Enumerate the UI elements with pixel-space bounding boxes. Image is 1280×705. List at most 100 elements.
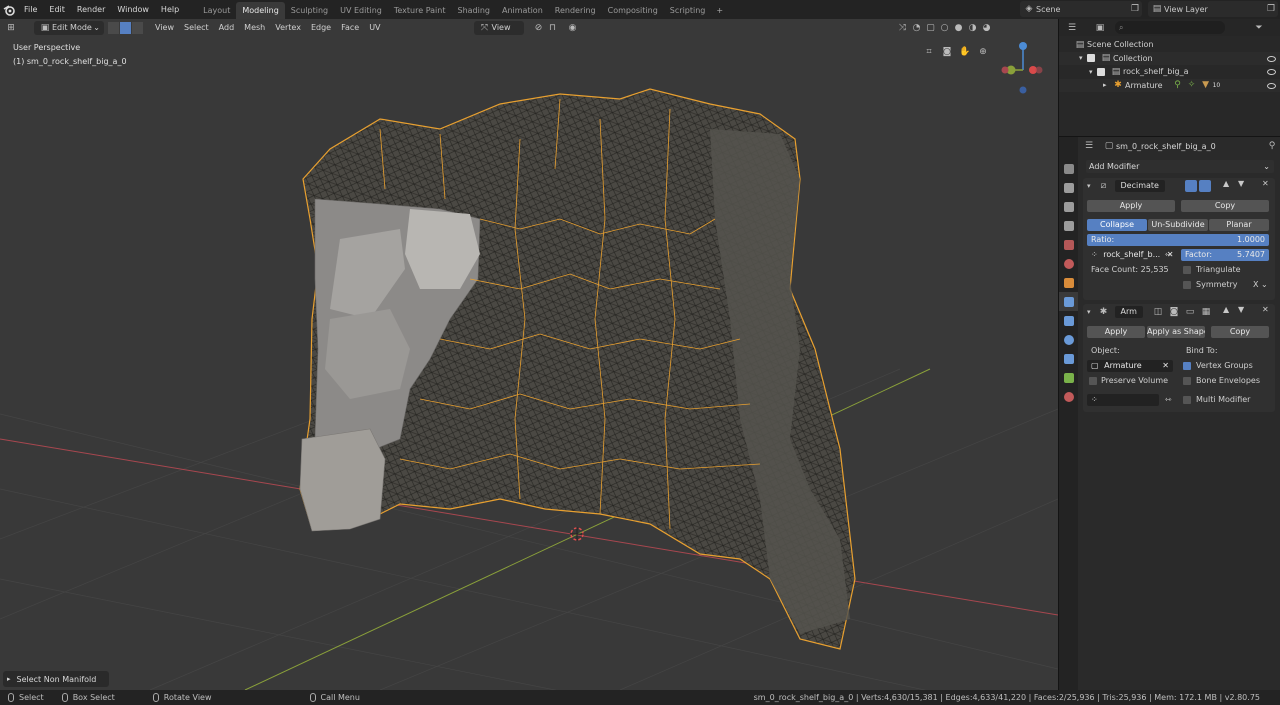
tab-layout[interactable]: Layout	[197, 2, 236, 19]
expand-arrow-icon[interactable]: ▾	[1089, 68, 1097, 76]
tab-compositing[interactable]: Compositing	[602, 2, 664, 19]
expand-arrow-icon[interactable]: ▾	[1079, 54, 1087, 62]
armature-vertex-group-field[interactable]: ⁘	[1087, 394, 1159, 406]
display-mode-icon[interactable]: ▣	[1093, 21, 1107, 35]
ratio-slider[interactable]: Ratio: 1.0000	[1087, 234, 1269, 246]
material-tab-icon[interactable]	[1059, 387, 1078, 406]
armature-object-field[interactable]: ▢ Armature ✕	[1087, 360, 1173, 372]
view-layer-name[interactable]: View Layer	[1164, 5, 1208, 14]
checkbox-icon[interactable]	[1087, 54, 1095, 63]
3d-viewport[interactable]: ⊞ ▣ Edit Mode ⌄ View Select Add Mesh Ver…	[0, 19, 1058, 690]
outliner-row-armature[interactable]: ▸ ✱ Armature ⚲ ✧ ▼ 10	[1059, 78, 1280, 92]
zoom-icon[interactable]: ⊕	[976, 45, 990, 59]
visibility-eye-icon[interactable]	[1267, 82, 1276, 89]
rendered-shading-icon[interactable]: ◕	[980, 21, 994, 35]
close-icon[interactable]: ✕	[1262, 179, 1269, 188]
menu-file[interactable]: File	[18, 0, 43, 19]
view-layer-tab-icon[interactable]	[1059, 216, 1078, 235]
armature-copy-button[interactable]: Copy	[1211, 326, 1269, 338]
tab-rendering[interactable]: Rendering	[549, 2, 602, 19]
edit-mode-cage-icon[interactable]: ◫	[1151, 305, 1165, 319]
vertex-groups-checkbox[interactable]	[1183, 362, 1191, 370]
wireframe-shading-icon[interactable]: ○	[938, 21, 952, 35]
filter-icon[interactable]: ⏷	[1252, 21, 1266, 35]
add-modifier-dropdown[interactable]: Add Modifier ⌄	[1086, 160, 1274, 173]
tab-shading[interactable]: Shading	[451, 2, 496, 19]
modifier-name-field[interactable]: Arm	[1114, 306, 1143, 318]
menu-mesh[interactable]: Mesh	[239, 23, 270, 32]
symmetry-factor-slider[interactable]: Factor: 5.7407	[1181, 249, 1269, 261]
outliner-search-input[interactable]: ⌕	[1115, 21, 1225, 34]
add-workspace-button[interactable]: +	[711, 2, 728, 19]
object-tab-icon[interactable]	[1059, 273, 1078, 292]
new-view-layer-icon[interactable]: ❐	[1264, 2, 1278, 16]
triangulate-checkbox[interactable]	[1183, 266, 1191, 274]
menu-render[interactable]: Render	[71, 0, 111, 19]
expand-arrow-icon[interactable]: ▸	[1103, 81, 1111, 89]
symmetry-axis-dropdown[interactable]: X ⌄	[1253, 279, 1268, 291]
menu-face[interactable]: Face	[336, 23, 364, 32]
physics-tab-icon[interactable]	[1059, 330, 1078, 349]
visibility-eye-icon[interactable]	[1267, 69, 1276, 75]
render-tab-icon[interactable]	[1059, 178, 1078, 197]
vertex-group-field[interactable]: ⁘ rock_shelf_b... ✕	[1087, 249, 1173, 261]
close-icon[interactable]: ✕	[1262, 305, 1269, 314]
view-layer-selector[interactable]: ▤ View Layer ❐	[1148, 1, 1278, 17]
last-operator-panel[interactable]: ▸ Select Non Manifold	[3, 671, 109, 687]
invert-arrow-icon[interactable]: ⇿	[1165, 394, 1172, 406]
tab-animation[interactable]: Animation	[496, 2, 549, 19]
tab-texture-paint[interactable]: Texture Paint	[388, 2, 452, 19]
show-render-icon[interactable]	[1185, 180, 1197, 192]
scene-name[interactable]: Scene	[1036, 5, 1060, 14]
proportional-edit-icon[interactable]: ◉	[566, 21, 580, 35]
decimate-copy-button[interactable]: Copy	[1181, 200, 1269, 212]
show-viewport-icon[interactable]: ▭	[1183, 305, 1197, 319]
move-up-icon[interactable]: ▲	[1223, 305, 1229, 314]
edge-select-icon[interactable]	[120, 21, 131, 34]
camera-icon[interactable]: ◙	[940, 45, 954, 59]
bone-envelopes-checkbox[interactable]	[1183, 377, 1191, 385]
world-tab-icon[interactable]	[1059, 254, 1078, 273]
editor-type-icon[interactable]: ☰	[1082, 139, 1096, 153]
modifier-name-field[interactable]: Decimate	[1114, 180, 1165, 192]
constraints-tab-icon[interactable]	[1059, 349, 1078, 368]
menu-vertex[interactable]: Vertex	[270, 23, 306, 32]
modifier-tab-icon[interactable]	[1059, 292, 1078, 311]
blender-logo-icon[interactable]	[0, 0, 18, 19]
snap-icon[interactable]: ⊓	[546, 21, 560, 35]
planar-mode-button[interactable]: Planar	[1209, 219, 1269, 231]
symmetry-checkbox[interactable]	[1183, 281, 1191, 289]
show-viewport-icon[interactable]	[1199, 180, 1211, 192]
mode-dropdown[interactable]: ▣ Edit Mode ⌄	[34, 20, 104, 35]
overlay-toggle-icon[interactable]: ◔	[910, 21, 924, 35]
collapse-arrow-icon[interactable]: ▾	[1087, 182, 1091, 190]
armature-apply-button[interactable]: Apply	[1087, 326, 1145, 338]
pin-icon[interactable]: ⚲	[1265, 139, 1279, 153]
xray-toggle-icon[interactable]: ▢	[924, 21, 938, 35]
tab-modeling[interactable]: Modeling	[236, 2, 285, 19]
scene-tab-icon[interactable]	[1059, 235, 1078, 254]
particles-tab-icon[interactable]	[1059, 311, 1078, 330]
collapse-arrow-icon[interactable]: ▾	[1087, 308, 1091, 316]
menu-edit[interactable]: Edit	[43, 0, 71, 19]
move-up-icon[interactable]: ▲	[1223, 179, 1229, 188]
menu-select[interactable]: Select	[179, 23, 214, 32]
checkbox-icon[interactable]	[1097, 67, 1105, 76]
collapse-mode-button[interactable]: Collapse	[1087, 219, 1147, 231]
preserve-volume-checkbox[interactable]	[1089, 377, 1097, 385]
toggle-camera-view-icon[interactable]: ⌗	[922, 45, 936, 59]
show-editmode-icon[interactable]: ▦	[1199, 305, 1213, 319]
menu-add[interactable]: Add	[214, 23, 240, 32]
menu-edge[interactable]: Edge	[306, 23, 336, 32]
outliner-row-collection[interactable]: ▾ ▤ Collection	[1059, 51, 1280, 65]
tab-sculpting[interactable]: Sculpting	[285, 2, 334, 19]
show-render-icon[interactable]: ◙	[1167, 305, 1181, 319]
unsubdivide-mode-button[interactable]: Un-Subdivide	[1148, 219, 1208, 231]
navigation-gizmo[interactable]	[1000, 37, 1050, 97]
tab-uv-editing[interactable]: UV Editing	[334, 2, 388, 19]
rock-mesh[interactable]	[299, 88, 856, 650]
move-down-icon[interactable]: ▼	[1238, 305, 1244, 314]
editor-type-icon[interactable]: ⊞	[4, 21, 18, 35]
editor-type-icon[interactable]: ☰	[1065, 21, 1079, 35]
pivot-icon[interactable]: ⊘	[532, 21, 546, 35]
